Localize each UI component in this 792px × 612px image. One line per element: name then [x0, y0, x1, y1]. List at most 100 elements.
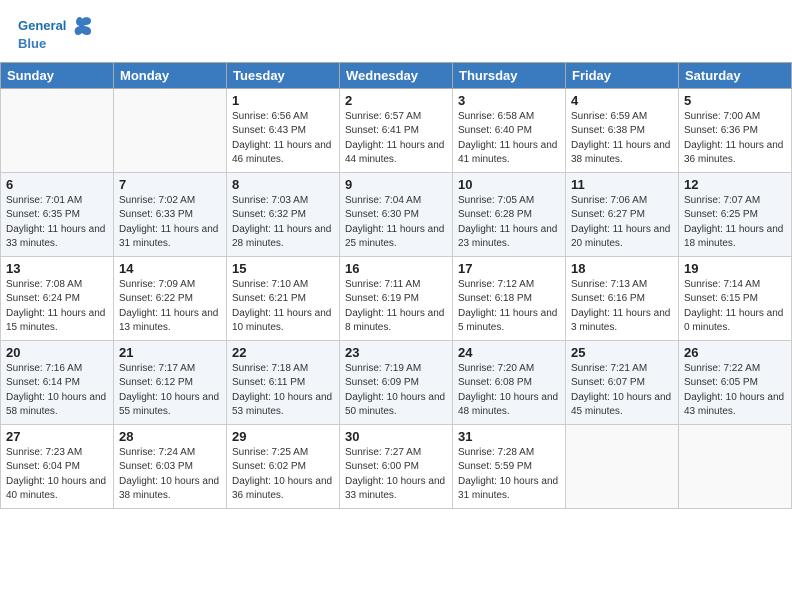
- logo-bird-icon: [68, 12, 96, 40]
- day-number: 31: [458, 429, 560, 444]
- calendar-cell: 29Sunrise: 7:25 AMSunset: 6:02 PMDayligh…: [227, 424, 340, 508]
- day-info: Sunrise: 7:06 AMSunset: 6:27 PMDaylight:…: [571, 194, 673, 252]
- calendar-cell: 14 Sunrise: 7:09 AMSunset: 6:22 PMDayligh…: [114, 256, 227, 340]
- day-info: Sunrise: 7:16 AMSunset: 6:14 PMDaylight:…: [6, 362, 108, 420]
- calendar-cell: 10 Sunrise: 7:05 AMSunset: 6:28 PMDayligh…: [453, 172, 566, 256]
- day-number: 29: [232, 429, 334, 444]
- day-info: Sunrise: 7:05 AMSunset: 6:28 PMDaylight:…: [458, 194, 560, 252]
- day-info: Sunrise: 6:59 AMSunset: 6:38 PMDaylight:…: [571, 110, 673, 168]
- day-number: 14: [119, 261, 221, 276]
- calendar-cell: 26 Sunrise: 7:22 AMSunset: 6:05 PMDayligh…: [679, 340, 792, 424]
- day-info: Sunrise: 7:23 AMSunset: 6:04 PMDaylight:…: [6, 446, 108, 504]
- day-info: Sunrise: 7:18 AMSunset: 6:11 PMDaylight:…: [232, 362, 334, 420]
- calendar-cell: 31 Sunrise: 7:28 AMSunset: 5:59 PMDayligh…: [453, 424, 566, 508]
- logo: General Blue: [18, 12, 96, 52]
- calendar-cell: 19 Sunrise: 7:14 AMSunset: 6:15 PMDayligh…: [679, 256, 792, 340]
- day-number: 4: [571, 93, 673, 108]
- calendar-cell: 25 Sunrise: 7:21 AMSunset: 6:07 PMDayligh…: [566, 340, 679, 424]
- day-info: Sunrise: 6:56 AMSunset: 6:43 PMDaylight:…: [232, 110, 334, 168]
- day-number: 28: [119, 429, 221, 444]
- weekday-header-sunday: Sunday: [1, 62, 114, 88]
- day-number: 3: [458, 93, 560, 108]
- day-info: Sunrise: 7:12 AMSunset: 6:18 PMDaylight:…: [458, 278, 560, 336]
- calendar-cell: 17 Sunrise: 7:12 AMSunset: 6:18 PMDayligh…: [453, 256, 566, 340]
- day-number: 5: [684, 93, 786, 108]
- day-info: Sunrise: 7:00 AMSunset: 6:36 PMDaylight:…: [684, 110, 786, 168]
- day-number: 6: [6, 177, 108, 192]
- day-info: Sunrise: 7:14 AMSunset: 6:15 PMDaylight:…: [684, 278, 786, 336]
- day-info: Sunrise: 7:24 AMSunset: 6:03 PMDaylight:…: [119, 446, 221, 504]
- day-info: Sunrise: 7:27 AMSunset: 6:00 PMDaylight:…: [345, 446, 447, 504]
- calendar-cell: 21Sunrise: 7:17 AMSunset: 6:12 PMDayligh…: [114, 340, 227, 424]
- day-number: 20: [6, 345, 108, 360]
- calendar-cell: 24 Sunrise: 7:20 AMSunset: 6:08 PMDayligh…: [453, 340, 566, 424]
- day-number: 8: [232, 177, 334, 192]
- calendar-cell: 5 Sunrise: 7:00 AMSunset: 6:36 PMDaylight…: [679, 88, 792, 172]
- day-info: Sunrise: 7:07 AMSunset: 6:25 PMDaylight:…: [684, 194, 786, 252]
- weekday-header-saturday: Saturday: [679, 62, 792, 88]
- calendar-cell: 8 Sunrise: 7:03 AMSunset: 6:32 PMDaylight…: [227, 172, 340, 256]
- calendar-cell: 27 Sunrise: 7:23 AMSunset: 6:04 PMDayligh…: [1, 424, 114, 508]
- calendar-cell: 20 Sunrise: 7:16 AMSunset: 6:14 PMDayligh…: [1, 340, 114, 424]
- calendar-cell: 13Sunrise: 7:08 AMSunset: 6:24 PMDayligh…: [1, 256, 114, 340]
- calendar-week-row: 1 Sunrise: 6:56 AMSunset: 6:43 PMDaylight…: [1, 88, 792, 172]
- calendar-cell: 3 Sunrise: 6:58 AMSunset: 6:40 PMDaylight…: [453, 88, 566, 172]
- calendar-cell: 11 Sunrise: 7:06 AMSunset: 6:27 PMDayligh…: [566, 172, 679, 256]
- day-info: Sunrise: 7:21 AMSunset: 6:07 PMDaylight:…: [571, 362, 673, 420]
- day-number: 22: [232, 345, 334, 360]
- calendar-header-row: SundayMondayTuesdayWednesdayThursdayFrid…: [1, 62, 792, 88]
- day-number: 2: [345, 93, 447, 108]
- day-number: 16: [345, 261, 447, 276]
- calendar-cell: 1 Sunrise: 6:56 AMSunset: 6:43 PMDaylight…: [227, 88, 340, 172]
- calendar-cell: 30 Sunrise: 7:27 AMSunset: 6:00 PMDayligh…: [340, 424, 453, 508]
- day-info: Sunrise: 7:22 AMSunset: 6:05 PMDaylight:…: [684, 362, 786, 420]
- calendar-cell: [679, 424, 792, 508]
- day-number: 24: [458, 345, 560, 360]
- day-info: Sunrise: 7:20 AMSunset: 6:08 PMDaylight:…: [458, 362, 560, 420]
- calendar-cell: 4 Sunrise: 6:59 AMSunset: 6:38 PMDaylight…: [566, 88, 679, 172]
- day-info: Sunrise: 7:11 AMSunset: 6:19 PMDaylight:…: [345, 278, 447, 336]
- day-info: Sunrise: 7:13 AMSunset: 6:16 PMDaylight:…: [571, 278, 673, 336]
- weekday-header-thursday: Thursday: [453, 62, 566, 88]
- calendar-cell: 16 Sunrise: 7:11 AMSunset: 6:19 PMDayligh…: [340, 256, 453, 340]
- day-info: Sunrise: 6:57 AMSunset: 6:41 PMDaylight:…: [345, 110, 447, 168]
- day-number: 23: [345, 345, 447, 360]
- calendar-cell: [566, 424, 679, 508]
- day-info: Sunrise: 7:28 AMSunset: 5:59 PMDaylight:…: [458, 446, 560, 504]
- logo-blue-text: Blue: [18, 36, 46, 52]
- day-number: 18: [571, 261, 673, 276]
- weekday-header-friday: Friday: [566, 62, 679, 88]
- calendar-cell: 9Sunrise: 7:04 AMSunset: 6:30 PMDaylight…: [340, 172, 453, 256]
- day-number: 26: [684, 345, 786, 360]
- calendar-cell: 6 Sunrise: 7:01 AMSunset: 6:35 PMDaylight…: [1, 172, 114, 256]
- calendar-cell: 18 Sunrise: 7:13 AMSunset: 6:16 PMDayligh…: [566, 256, 679, 340]
- day-number: 19: [684, 261, 786, 276]
- day-number: 11: [571, 177, 673, 192]
- calendar-week-row: 27 Sunrise: 7:23 AMSunset: 6:04 PMDayligh…: [1, 424, 792, 508]
- page: General Blue SundayMondayTuesdayWednesda…: [0, 0, 792, 509]
- day-number: 1: [232, 93, 334, 108]
- day-number: 10: [458, 177, 560, 192]
- weekday-header-tuesday: Tuesday: [227, 62, 340, 88]
- day-info: Sunrise: 7:02 AMSunset: 6:33 PMDaylight:…: [119, 194, 221, 252]
- calendar-cell: [114, 88, 227, 172]
- day-number: 17: [458, 261, 560, 276]
- calendar-cell: 2 Sunrise: 6:57 AMSunset: 6:41 PMDaylight…: [340, 88, 453, 172]
- day-info: Sunrise: 7:19 AMSunset: 6:09 PMDaylight:…: [345, 362, 447, 420]
- day-info: Sunrise: 7:04 AMSunset: 6:30 PMDaylight:…: [345, 194, 447, 252]
- weekday-header-monday: Monday: [114, 62, 227, 88]
- day-number: 27: [6, 429, 108, 444]
- day-info: Sunrise: 7:10 AMSunset: 6:21 PMDaylight:…: [232, 278, 334, 336]
- day-info: Sunrise: 7:09 AMSunset: 6:22 PMDaylight:…: [119, 278, 221, 336]
- day-number: 25: [571, 345, 673, 360]
- header: General Blue: [0, 0, 792, 58]
- day-info: Sunrise: 7:08 AMSunset: 6:24 PMDaylight:…: [6, 278, 108, 336]
- weekday-header-wednesday: Wednesday: [340, 62, 453, 88]
- day-info: Sunrise: 7:03 AMSunset: 6:32 PMDaylight:…: [232, 194, 334, 252]
- day-info: Sunrise: 7:17 AMSunset: 6:12 PMDaylight:…: [119, 362, 221, 420]
- day-info: Sunrise: 7:01 AMSunset: 6:35 PMDaylight:…: [6, 194, 108, 252]
- day-info: Sunrise: 6:58 AMSunset: 6:40 PMDaylight:…: [458, 110, 560, 168]
- calendar-cell: 12 Sunrise: 7:07 AMSunset: 6:25 PMDayligh…: [679, 172, 792, 256]
- day-number: 30: [345, 429, 447, 444]
- day-number: 12: [684, 177, 786, 192]
